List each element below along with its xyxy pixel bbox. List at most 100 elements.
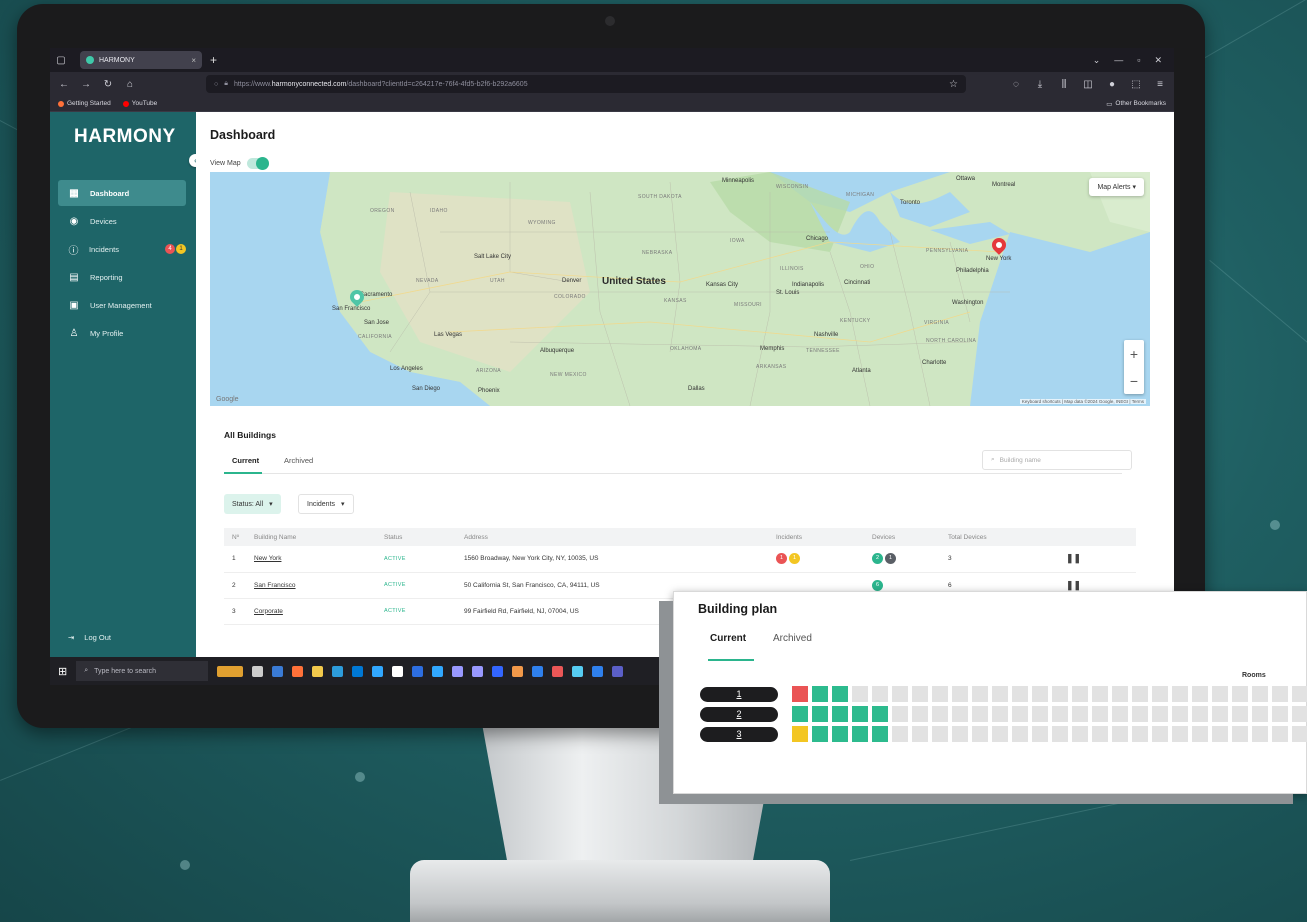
reload-icon[interactable]: ↻ — [102, 79, 114, 90]
room-cell[interactable] — [932, 726, 948, 742]
building-search-input[interactable]: ⌕ Building name — [982, 450, 1132, 470]
task-view-icon[interactable] — [252, 665, 264, 677]
sidebar-item-incidents[interactable]: ⓘ Incidents 4 1 — [58, 236, 186, 262]
room-cell[interactable] — [1272, 686, 1288, 702]
room-cell[interactable] — [1212, 706, 1228, 722]
room-cell[interactable] — [1272, 726, 1288, 742]
room-cell[interactable] — [792, 686, 808, 702]
incident-count-badge[interactable]: 1 — [776, 553, 787, 565]
room-cell[interactable] — [1252, 706, 1268, 722]
room-cell[interactable] — [792, 726, 808, 742]
firefox-taskbar-icon[interactable] — [292, 665, 304, 677]
room-cell[interactable] — [1152, 706, 1168, 722]
room-cell[interactable] — [1192, 706, 1208, 722]
room-cell[interactable] — [1152, 686, 1168, 702]
tab-current[interactable]: Current — [232, 456, 259, 465]
device-count-badge[interactable]: 1 — [885, 553, 896, 565]
sidebar-item-devices[interactable]: ◉ Devices — [58, 208, 186, 234]
building-name-link[interactable]: New York — [246, 546, 376, 573]
floor-label-button[interactable]: 2 — [700, 706, 778, 722]
incident-count-badge[interactable]: 1 — [789, 553, 800, 565]
room-cell[interactable] — [1112, 726, 1128, 742]
pause-icon[interactable]: ❚❚ — [1066, 580, 1081, 590]
windows-start-icon[interactable]: ⊞ — [58, 665, 67, 678]
room-cell[interactable] — [872, 726, 888, 742]
col-address[interactable]: Address — [456, 528, 768, 546]
room-cell[interactable] — [1032, 726, 1048, 742]
minimize-icon[interactable]: — — [1114, 55, 1123, 66]
room-cell[interactable] — [1052, 726, 1068, 742]
floor-label-button[interactable]: 1 — [700, 686, 778, 702]
extension-icon[interactable]: ● — [1106, 79, 1118, 90]
col-total-devices[interactable]: Total Devices — [940, 528, 1058, 546]
app-icon[interactable] — [512, 665, 524, 677]
device-count-badge[interactable]: 2 — [872, 553, 883, 565]
col-incidents[interactable]: Incidents — [768, 528, 864, 546]
library-icon[interactable]: ⫼ — [1058, 79, 1070, 90]
room-cell[interactable] — [832, 726, 848, 742]
sidebar-icon[interactable]: ◫ — [1082, 79, 1094, 90]
room-cell[interactable] — [1072, 726, 1088, 742]
room-cell[interactable] — [1252, 686, 1268, 702]
room-cell[interactable] — [1212, 686, 1228, 702]
maximize-icon[interactable]: ▫ — [1137, 55, 1140, 66]
zoom-in-icon[interactable]: + — [1130, 346, 1138, 362]
map-alerts-dropdown[interactable]: Map Alerts ▾ — [1089, 178, 1144, 196]
room-cell[interactable] — [1112, 706, 1128, 722]
download-icon[interactable]: ⤓ — [1034, 79, 1046, 90]
bookmark-star-icon[interactable]: ☆ — [949, 79, 958, 90]
app-icon[interactable] — [492, 665, 504, 677]
plan-tab-archived[interactable]: Archived — [773, 633, 812, 644]
room-cell[interactable] — [892, 686, 908, 702]
room-cell[interactable] — [1292, 726, 1307, 742]
pause-icon[interactable]: ❚❚ — [1066, 553, 1081, 563]
room-cell[interactable] — [1072, 706, 1088, 722]
room-cell[interactable] — [1032, 706, 1048, 722]
photoshop-icon[interactable] — [372, 665, 384, 677]
room-cell[interactable] — [832, 686, 848, 702]
room-cell[interactable] — [1012, 726, 1028, 742]
acrobat-icon[interactable] — [552, 665, 564, 677]
sidebar-item-user-management[interactable]: ▣ User Management — [58, 292, 186, 318]
weather-widget-icon[interactable] — [217, 665, 244, 677]
room-cell[interactable] — [1052, 706, 1068, 722]
room-cell[interactable] — [1112, 686, 1128, 702]
room-cell[interactable] — [1252, 726, 1268, 742]
room-cell[interactable] — [872, 706, 888, 722]
app-icon[interactable] — [412, 665, 424, 677]
room-cell[interactable] — [1172, 726, 1188, 742]
room-cell[interactable] — [1172, 686, 1188, 702]
room-cell[interactable] — [1292, 706, 1307, 722]
sidebar-item-reporting[interactable]: ▤ Reporting — [58, 264, 186, 290]
notepad-icon[interactable] — [392, 665, 404, 677]
map[interactable]: United States Minneapolis Chicago Toront… — [210, 172, 1150, 406]
room-cell[interactable] — [812, 686, 828, 702]
room-cell[interactable] — [992, 686, 1008, 702]
sidebar-item-my-profile[interactable]: ♙ My Profile — [58, 320, 186, 346]
status-filter[interactable]: Status: All ▾ — [224, 494, 281, 514]
after-effects-icon[interactable] — [472, 665, 484, 677]
room-cell[interactable] — [1092, 686, 1108, 702]
room-cell[interactable] — [1092, 726, 1108, 742]
room-cell[interactable] — [912, 726, 928, 742]
app-icon[interactable] — [532, 665, 544, 677]
room-cell[interactable] — [952, 726, 968, 742]
room-cell[interactable] — [872, 686, 888, 702]
tab-archived[interactable]: Archived — [284, 456, 313, 465]
room-cell[interactable] — [1232, 686, 1248, 702]
taskbar-search[interactable]: ⌕ Type here to search — [76, 661, 209, 681]
room-cell[interactable] — [972, 686, 988, 702]
room-cell[interactable] — [972, 726, 988, 742]
room-cell[interactable] — [1152, 726, 1168, 742]
zoom-out-icon[interactable]: − — [1130, 373, 1138, 389]
room-cell[interactable] — [972, 706, 988, 722]
app-icon[interactable] — [572, 665, 584, 677]
room-cell[interactable] — [1192, 726, 1208, 742]
room-cell[interactable] — [1132, 726, 1148, 742]
room-cell[interactable] — [1032, 686, 1048, 702]
forward-icon[interactable]: → — [80, 79, 92, 90]
view-map-toggle[interactable] — [246, 157, 269, 170]
app-icon[interactable] — [352, 665, 364, 677]
room-cell[interactable] — [1192, 686, 1208, 702]
room-cell[interactable] — [912, 706, 928, 722]
